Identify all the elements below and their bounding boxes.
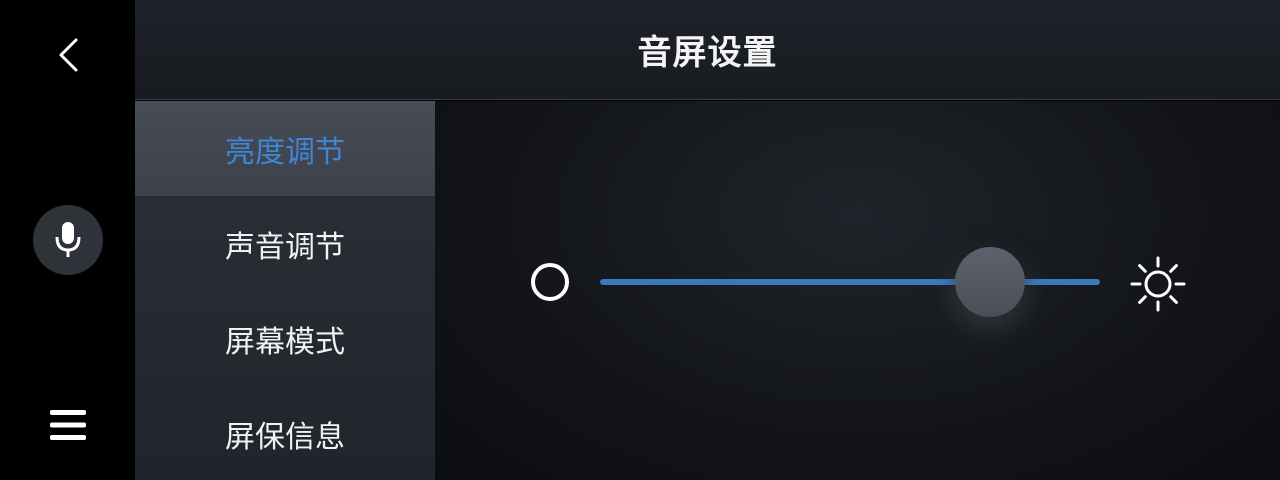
sun-icon: [1130, 256, 1186, 312]
menu-button[interactable]: [43, 400, 93, 450]
header-bar: 音屏设置: [135, 0, 1280, 100]
sidebar-item-screensaver[interactable]: 屏保信息: [135, 386, 435, 480]
brightness-slider-track[interactable]: [600, 279, 1100, 285]
sidebar-item-screen-mode[interactable]: 屏幕模式: [135, 291, 435, 386]
sidebar-item-brightness[interactable]: 亮度调节: [135, 101, 435, 196]
microphone-icon: [55, 222, 81, 257]
chevron-left-icon: [59, 38, 78, 72]
brightness-panel: [435, 101, 1280, 480]
page-title: 音屏设置: [637, 33, 778, 73]
back-button[interactable]: [45, 30, 91, 80]
sidebar-item-sound[interactable]: 声音调节: [135, 196, 435, 291]
brightness-slider-handle[interactable]: [955, 247, 1025, 317]
settings-sidebar: 亮度调节 声音调节 屏幕模式 屏保信息: [135, 101, 435, 480]
hamburger-menu-icon: [50, 410, 86, 440]
left-rail: [0, 0, 135, 480]
voice-button[interactable]: [33, 205, 103, 275]
dim-circle-icon: [531, 263, 569, 301]
